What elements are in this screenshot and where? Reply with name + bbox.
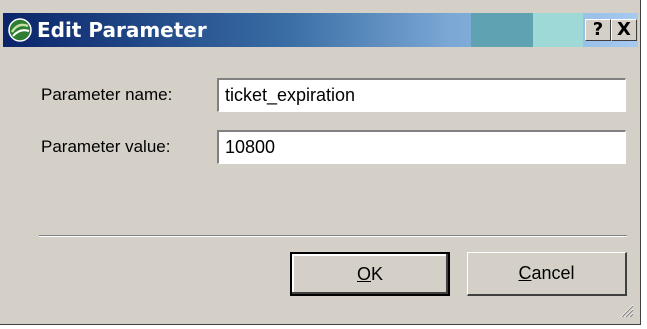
resize-grip-icon[interactable] [618,302,634,318]
parameter-value-input[interactable] [217,130,626,164]
parameter-name-input[interactable] [217,78,626,112]
edit-parameter-dialog: Edit Parameter ? X Parameter name: Param… [0,0,641,325]
globe-icon [8,18,32,42]
ok-button[interactable]: OK [290,252,450,296]
cancel-label-rest: ancel [531,263,575,283]
title-bar-highlight [471,13,533,47]
ok-mnemonic: O [356,264,371,284]
title-bar[interactable]: Edit Parameter ? X [3,13,638,47]
cancel-mnemonic: C [518,263,532,283]
title-bar-highlight-light [533,13,583,47]
ok-label-rest: K [371,264,384,284]
cancel-button[interactable]: Cancel [467,252,627,296]
dialog-title: Edit Parameter [37,18,207,42]
parameter-value-label: Parameter value: [41,137,171,156]
parameter-name-label: Parameter name: [41,85,173,104]
close-button[interactable]: X [611,19,637,41]
help-button[interactable]: ? [585,19,611,41]
separator-line [39,235,627,237]
